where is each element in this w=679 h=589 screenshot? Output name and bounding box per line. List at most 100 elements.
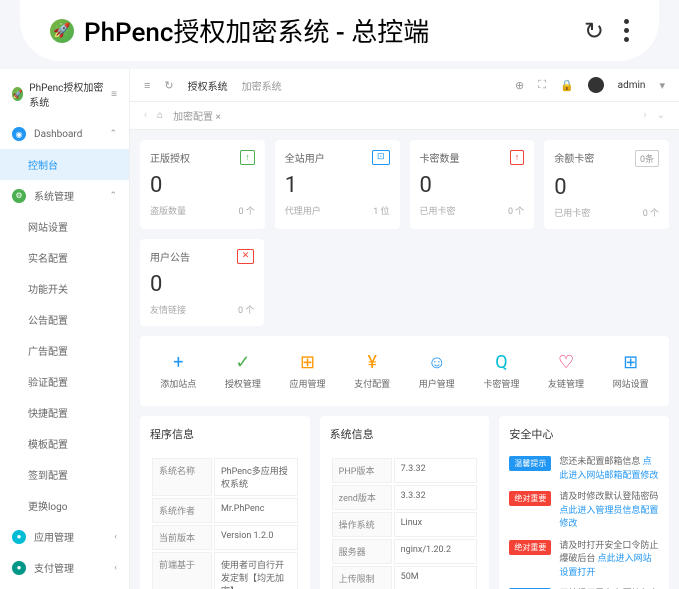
security-alert: 温馨提示您还未配置邮箱信息 点此进入网站邮箱配置修改 — [509, 456, 659, 483]
stat-badge: ↑ — [240, 150, 255, 165]
sidebar-subitem[interactable]: 公告配置 — [0, 304, 129, 335]
stat-number: 0 — [420, 173, 525, 198]
sidebar-brand: 🚀 PhPenc授权加密系统 ≡ — [0, 69, 129, 119]
stat-card: 全站用户⊡1代理用户1 位 — [275, 140, 400, 229]
quick-icon: Q — [475, 352, 528, 373]
home-icon[interactable]: ⌂ — [157, 110, 163, 121]
tab-encrypt-system[interactable]: 加密系统 — [242, 78, 282, 93]
alert-link[interactable]: 点此进入网站设置打开 — [559, 554, 651, 578]
settings-icon: ⚙ — [12, 189, 26, 203]
sidebar-item-console[interactable]: 控制台 — [0, 149, 129, 180]
menu-icon: ● — [12, 530, 26, 544]
table-row: 服务器nginx/1.20.2 — [332, 539, 478, 564]
lock-icon[interactable]: 🔒 — [560, 79, 574, 92]
chevron-left-icon: ‹ — [114, 532, 117, 542]
quick-icon: ⊞ — [604, 352, 657, 373]
avatar[interactable] — [588, 77, 604, 93]
notice-badge: ✕ — [237, 249, 255, 264]
quick-action[interactable]: ♡友链管理 — [538, 346, 595, 396]
table-row: zend版本3.3.32 — [332, 485, 478, 510]
sidebar-subitem[interactable]: 验证配置 — [0, 366, 129, 397]
stat-card: 正版授权↑0盗版数量0 个 — [140, 140, 265, 229]
chevron-left-icon: ‹ — [114, 563, 117, 573]
table-row: 当前版本Version 1.2.0 — [152, 525, 298, 550]
expand-icon[interactable]: ⛶ — [538, 78, 546, 92]
stat-card: 余额卡密0条0已用卡密0 个 — [544, 140, 669, 229]
rocket-icon: 🚀 — [50, 19, 74, 43]
quick-action[interactable]: Q卡密管理 — [473, 346, 530, 396]
table-row: 上传限制50M — [332, 566, 478, 589]
sidebar-subitem[interactable]: 功能开关 — [0, 273, 129, 304]
stat-number: 0 — [150, 173, 255, 198]
chevron-right-icon[interactable]: › — [644, 110, 647, 121]
table-row: 操作系统Linux — [332, 512, 478, 537]
table-row: PHP版本7.3.32 — [332, 458, 478, 483]
tab-auth-system[interactable]: 授权系统 — [188, 78, 228, 93]
browser-title: 🚀 PhPenc授权加密系统 - 总控端 — [50, 12, 564, 49]
chevron-down-icon: ▾ — [659, 79, 665, 92]
quick-icon: + — [152, 352, 205, 373]
chevron-down-icon[interactable]: ⌄ — [657, 110, 665, 121]
quick-icon: ♡ — [540, 352, 593, 373]
refresh-icon[interactable]: ↻ — [164, 79, 173, 92]
sidebar-item-system[interactable]: ⚙ 系统管理⌃ — [0, 180, 129, 211]
table-row: 系统名称PhPenc多应用授权系统 — [152, 458, 298, 496]
chevron-up-icon: ⌃ — [109, 191, 117, 201]
chevron-left-icon[interactable]: ‹ — [144, 110, 147, 121]
security-alert: 绝对重要请及时打开安全口令防止爆破后台 点此进入网站设置打开 — [509, 540, 659, 581]
quick-icon: ¥ — [346, 352, 399, 373]
program-info-card: 程序信息 系统名称PhPenc多应用授权系统系统作者Mr.PhPenc当前版本V… — [140, 416, 310, 589]
quick-action[interactable]: ⊞应用管理 — [279, 346, 336, 396]
quick-icon: ⊞ — [281, 352, 334, 373]
sidebar-collapse-icon[interactable]: ≡ — [111, 89, 117, 100]
quick-action[interactable]: ✓授权管理 — [215, 346, 272, 396]
security-alert: 绝对重要请及时修改默认登陆密码 点此进入管理员信息配置修改 — [509, 491, 659, 532]
sidebar-item-dashboard[interactable]: ◉ Dashboard⌃ — [0, 119, 129, 149]
sidebar-subitem[interactable]: 实名配置 — [0, 242, 129, 273]
chevron-up-icon: ⌃ — [109, 129, 117, 139]
sidebar-subitem[interactable]: 快捷配置 — [0, 397, 129, 428]
quick-action[interactable]: +添加站点 — [150, 346, 207, 396]
reload-icon[interactable]: ↻ — [584, 17, 604, 45]
sidebar-subitem[interactable]: 更换logo — [0, 490, 129, 521]
globe-icon[interactable]: ⊕ — [515, 79, 524, 92]
stat-badge: ↑ — [510, 150, 525, 165]
menu-icon: ● — [12, 561, 26, 575]
sidebar-item[interactable]: ●支付管理‹ — [0, 552, 129, 583]
notice-card: 用户公告✕ 0 友情链接0 个 — [140, 239, 264, 326]
breadcrumb-tab[interactable]: 加密配置 × — [173, 108, 221, 123]
table-row: 前端基于使用者可自行开发定制【均无加密】 — [152, 552, 298, 589]
sidebar-item[interactable]: ●用户管理‹ — [0, 583, 129, 589]
stat-number: 0 — [554, 175, 659, 200]
topbar: ≡ ↻ 授权系统 加密系统 ⊕ ⛶ 🔒 admin ▾ — [130, 69, 679, 102]
security-card: 安全中心 温馨提示您还未配置邮箱信息 点此进入网站邮箱配置修改绝对重要请及时修改… — [499, 416, 669, 589]
browser-menu-icon[interactable] — [624, 19, 629, 42]
sidebar-subitem[interactable]: 签到配置 — [0, 459, 129, 490]
alert-tag: 绝对重要 — [509, 491, 551, 506]
sidebar-subitem[interactable]: 广告配置 — [0, 335, 129, 366]
table-row: 系统作者Mr.PhPenc — [152, 498, 298, 523]
alert-tag: 绝对重要 — [509, 540, 551, 555]
rocket-icon: 🚀 — [12, 87, 23, 101]
quick-icon: ☺ — [411, 352, 464, 373]
notice-count: 0 — [150, 272, 254, 297]
quick-icon: ✓ — [217, 352, 270, 373]
sidebar-subitem[interactable]: 网站设置 — [0, 211, 129, 242]
quick-action[interactable]: ¥支付配置 — [344, 346, 401, 396]
system-info-card: 系统信息 PHP版本7.3.32zend版本3.3.32操作系统Linux服务器… — [320, 416, 490, 589]
alert-link[interactable]: 点此进入管理员信息配置修改 — [559, 506, 658, 530]
sidebar-subitem[interactable]: 模板配置 — [0, 428, 129, 459]
quick-actions: +添加站点✓授权管理⊞应用管理¥支付配置☺用户管理Q卡密管理♡友链管理⊞网站设置 — [140, 336, 669, 406]
username[interactable]: admin — [618, 80, 646, 91]
quick-action[interactable]: ☺用户管理 — [409, 346, 466, 396]
dashboard-icon: ◉ — [12, 127, 26, 141]
alert-link[interactable]: 点此进入网站邮箱配置修改 — [559, 457, 658, 481]
stat-badge: ⊡ — [372, 150, 390, 165]
stat-card: 卡密数量↑0已用卡密0 个 — [410, 140, 535, 229]
stat-number: 1 — [285, 173, 390, 198]
quick-action[interactable]: ⊞网站设置 — [602, 346, 659, 396]
sidebar-item[interactable]: ●应用管理‹ — [0, 521, 129, 552]
menu-icon[interactable]: ≡ — [144, 79, 150, 92]
sidebar: 🚀 PhPenc授权加密系统 ≡ ◉ Dashboard⌃ 控制台 ⚙ 系统管理… — [0, 69, 130, 589]
breadcrumb: ‹ ⌂ 加密配置 × › ⌄ — [130, 102, 679, 130]
